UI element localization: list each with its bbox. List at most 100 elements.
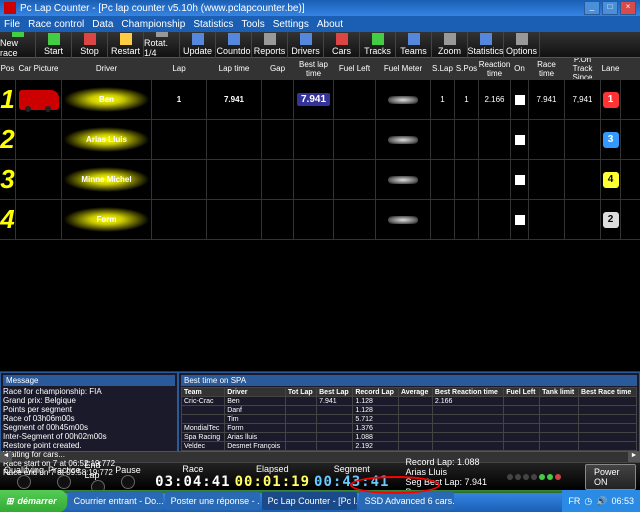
system-tray[interactable]: FR ◷ 🔊 06:53 bbox=[562, 490, 640, 512]
tray-icon[interactable]: 🔊 bbox=[596, 496, 607, 507]
toolbar-new-race[interactable]: New race bbox=[0, 32, 36, 58]
toolbar-tracks[interactable]: Tracks bbox=[360, 32, 396, 58]
toolbar-update[interactable]: Update bbox=[180, 32, 216, 58]
toolbar-teams[interactable]: Teams bbox=[396, 32, 432, 58]
message-title: Message bbox=[3, 375, 175, 386]
window-title: Pc Lap Counter - [Pc lap counter v5.10h … bbox=[20, 3, 584, 14]
lap-count: 1 bbox=[152, 80, 207, 119]
table-row[interactable]: 4Form2 bbox=[0, 200, 640, 240]
seg-pos bbox=[455, 120, 479, 159]
seg-lap bbox=[431, 120, 455, 159]
menu-about[interactable]: About bbox=[317, 19, 343, 30]
lap-time bbox=[207, 120, 262, 159]
bt-row[interactable]: Tim5.712 bbox=[182, 415, 637, 424]
scroll-right-icon[interactable]: ► bbox=[628, 452, 640, 462]
bt-row[interactable]: MondialTecForm1.376 bbox=[182, 424, 637, 433]
race-time bbox=[529, 120, 565, 159]
toolbar-drivers[interactable]: Drivers bbox=[288, 32, 324, 58]
status-lights bbox=[507, 474, 561, 480]
close-button[interactable]: × bbox=[620, 1, 636, 15]
on-checkbox[interactable] bbox=[515, 175, 525, 185]
update-icon bbox=[192, 33, 204, 45]
besttime-scrollbar[interactable]: ◄ ► bbox=[181, 451, 637, 452]
scroll-left-icon[interactable]: ◄ bbox=[0, 452, 12, 462]
toolbar-statistics[interactable]: Statistics bbox=[468, 32, 504, 58]
menu-race-control[interactable]: Race control bbox=[28, 19, 84, 30]
bt-row[interactable]: Cric-CracBen7.9411.1282.166 bbox=[182, 397, 637, 406]
col-driver: Driver bbox=[62, 58, 152, 79]
maximize-button[interactable]: □ bbox=[602, 1, 618, 15]
message-line: Segment of 00h45m00s bbox=[3, 423, 175, 432]
fuel-meter bbox=[388, 176, 418, 184]
table-row[interactable]: 2Arias Lluis3 bbox=[0, 120, 640, 160]
toolbar-reports[interactable]: Reports bbox=[252, 32, 288, 58]
practice-button[interactable]: Practice bbox=[48, 465, 81, 489]
lap-time: 7.941 bbox=[207, 80, 262, 119]
bt-row[interactable]: Danf1.128 bbox=[182, 406, 637, 415]
toolbar-stop[interactable]: Stop bbox=[72, 32, 108, 58]
drivers-icon bbox=[300, 33, 312, 45]
bt-row[interactable]: Spa RacingArias lluis1.088 bbox=[182, 433, 637, 442]
taskbar-item[interactable]: Courrier entrant - Do... bbox=[68, 492, 163, 510]
message-line: Waiting for cars... bbox=[3, 450, 175, 459]
pause-button[interactable]: Pause bbox=[115, 465, 141, 489]
lane-badge: 2 bbox=[603, 212, 619, 228]
position-number: 2 bbox=[0, 124, 14, 155]
menu-settings[interactable]: Settings bbox=[273, 19, 309, 30]
tray-icon[interactable]: ◷ bbox=[584, 496, 592, 507]
col-spos: S.Pos bbox=[455, 58, 479, 79]
table-row[interactable]: 1Ben17.9417.941112.1667.9417,9411 bbox=[0, 80, 640, 120]
qualifying-button[interactable]: Qualifying bbox=[4, 465, 44, 489]
pot-since bbox=[565, 120, 601, 159]
seg-lap bbox=[431, 160, 455, 199]
menu-statistics[interactable]: Statistics bbox=[193, 19, 233, 30]
on-checkbox[interactable] bbox=[515, 215, 525, 225]
lane-badge: 3 bbox=[603, 132, 619, 148]
taskbar-item[interactable]: SSD Advanced 6 cars... bbox=[359, 492, 454, 510]
toolbar-restart[interactable]: Restart bbox=[108, 32, 144, 58]
tracks-icon bbox=[372, 33, 384, 45]
new race-icon bbox=[12, 32, 24, 37]
on-checkbox[interactable] bbox=[515, 95, 525, 105]
lang-indicator[interactable]: FR bbox=[568, 496, 580, 506]
stop-icon bbox=[84, 33, 96, 45]
menu-data[interactable]: Data bbox=[92, 19, 113, 30]
bt-header: Average bbox=[398, 388, 432, 397]
lap-time bbox=[207, 200, 262, 239]
pot-since bbox=[565, 160, 601, 199]
message-line: Grand prix: Belgique bbox=[3, 396, 175, 405]
scroll-left-icon[interactable]: ◄ bbox=[181, 451, 193, 452]
clock: 06:53 bbox=[611, 496, 634, 506]
toolbar-start[interactable]: Start bbox=[36, 32, 72, 58]
col-laptime: Lap time bbox=[207, 58, 262, 79]
position-number: 3 bbox=[0, 164, 14, 195]
toolbar-zoom[interactable]: Zoom bbox=[432, 32, 468, 58]
menu-file[interactable]: File bbox=[4, 19, 20, 30]
titlebar: Pc Lap Counter - [Pc lap counter v5.10h … bbox=[0, 0, 640, 16]
race-timer: Race03:04:41 bbox=[155, 464, 230, 490]
toolbar-cars[interactable]: Cars bbox=[324, 32, 360, 58]
on-checkbox[interactable] bbox=[515, 135, 525, 145]
col-pos: Pos bbox=[0, 58, 16, 79]
bt-row[interactable]: VeldecDesmet François2.192 bbox=[182, 442, 637, 451]
col-pot: P.On Track Since bbox=[565, 58, 601, 79]
menu-championship[interactable]: Championship bbox=[121, 19, 185, 30]
toolbar-countdo[interactable]: Countdo bbox=[216, 32, 252, 58]
menu-tools[interactable]: Tools bbox=[241, 19, 264, 30]
taskbar-item[interactable]: Pc Lap Counter - [Pc l... bbox=[262, 492, 357, 510]
bt-header: Team bbox=[182, 388, 225, 397]
start-button[interactable]: ⊞ démarrer bbox=[0, 490, 67, 512]
fuel-meter bbox=[388, 216, 418, 224]
grid-empty-area bbox=[0, 240, 640, 372]
power-button[interactable]: Power ON bbox=[585, 464, 636, 490]
minimize-button[interactable]: _ bbox=[584, 1, 600, 15]
col-lane: Lane bbox=[601, 58, 621, 79]
table-row[interactable]: 3Minne Michel4 bbox=[0, 160, 640, 200]
taskbar-item[interactable]: Poster une réponse - ... bbox=[165, 492, 260, 510]
grid-header: Pos Car Picture Driver Lap Lap time Gap … bbox=[0, 58, 640, 80]
lap-count bbox=[152, 120, 207, 159]
endlap-button[interactable]: End Lap bbox=[85, 460, 112, 494]
toolbar-rotat--1-4[interactable]: Rotat. 1/4 bbox=[144, 32, 180, 58]
pot-since bbox=[565, 200, 601, 239]
toolbar-options[interactable]: Options bbox=[504, 32, 540, 58]
